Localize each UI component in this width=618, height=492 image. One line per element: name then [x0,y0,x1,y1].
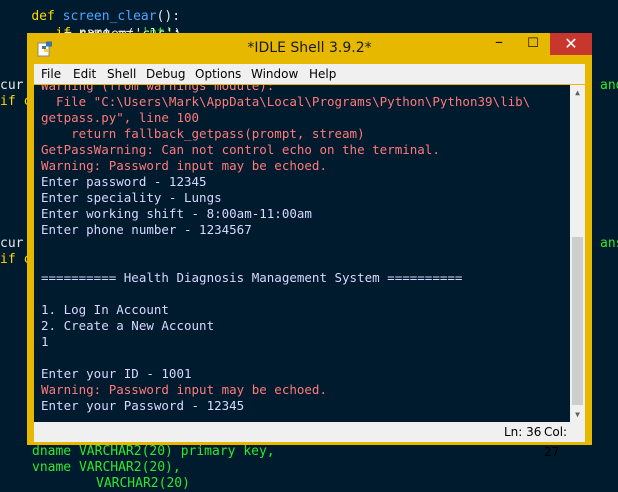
minimize-button[interactable]: – [482,33,516,55]
shell-line: 1. Log In Account [41,302,169,317]
status-bar: Ln: 36 Col: 27 [34,422,585,459]
menu-options[interactable]: Options [195,64,241,84]
shell-line: return fallback_getpass(prompt, stream) [41,126,365,141]
scroll-down-icon[interactable]: ▼ [570,407,585,422]
code-fragment: and [600,78,618,93]
code-line: vname VARCHAR2(20), [32,460,181,475]
menu-debug[interactable]: Debug [146,64,185,84]
maximize-button[interactable]: ☐ [516,33,550,55]
scroll-thumb[interactable] [572,237,583,405]
shell-line: Enter phone number - 1234567 [41,222,252,237]
code-line: cur [0,78,24,93]
code-line: dname VARCHAR2(20) primary key, [32,444,275,459]
idle-shell-window: *IDLE Shell 3.9.2* – ☐ ✕ File Edit Shell… [27,33,592,459]
shell-line: Enter your ID - 1001 [41,366,192,381]
menu-file[interactable]: File [41,64,61,84]
shell-line: Enter working shift - 8:00am-11:00am [41,206,312,221]
shell-line: Warning: Password input may be echoed. [41,158,327,173]
shell-line: Warning: Password input may be echoed. [41,382,327,397]
shell-line: 1 [41,334,49,349]
shell-line: 2. Create a New Account [41,318,215,333]
close-button[interactable]: ✕ [550,33,592,55]
shell-line: Enter your Password - 12345 [41,398,245,413]
menu-window[interactable]: Window [251,64,298,84]
shell-line: Enter password - 12345 [41,174,207,189]
code-line: VARCHAR2(20) [96,476,190,491]
shell-line: getpass.py", line 100 [41,110,200,125]
vertical-scrollbar[interactable]: ▲ ▼ [570,85,585,422]
column-number: Col: 27 [544,425,568,459]
menu-shell[interactable]: Shell [107,64,136,84]
scroll-up-icon[interactable]: ▲ [570,85,585,100]
line-number: Ln: 36 [504,425,542,439]
menu-edit[interactable]: Edit [73,64,96,84]
shell-line: File "C:\Users\Mark\AppData\Local\Progra… [41,94,531,109]
title-bar[interactable]: *IDLE Shell 3.9.2* – ☐ ✕ [27,33,592,64]
shell-line: Warning (from warnings module): [41,85,275,93]
menu-bar: File Edit Shell Debug Options Window Hel… [34,64,585,84]
menu-help[interactable]: Help [309,64,336,84]
shell-line: Enter speciality - Lungs [41,190,222,205]
shell-output[interactable]: Enter your Password - 12345 Warning: Pass… [34,85,585,422]
shell-line: ========== Health Diagnosis Management S… [41,270,463,285]
code-line: cur [0,236,24,251]
python-idle-icon [37,41,52,57]
code-fragment: ans [600,236,618,251]
shell-line: GetPassWarning: Can not control echo on … [41,142,440,157]
